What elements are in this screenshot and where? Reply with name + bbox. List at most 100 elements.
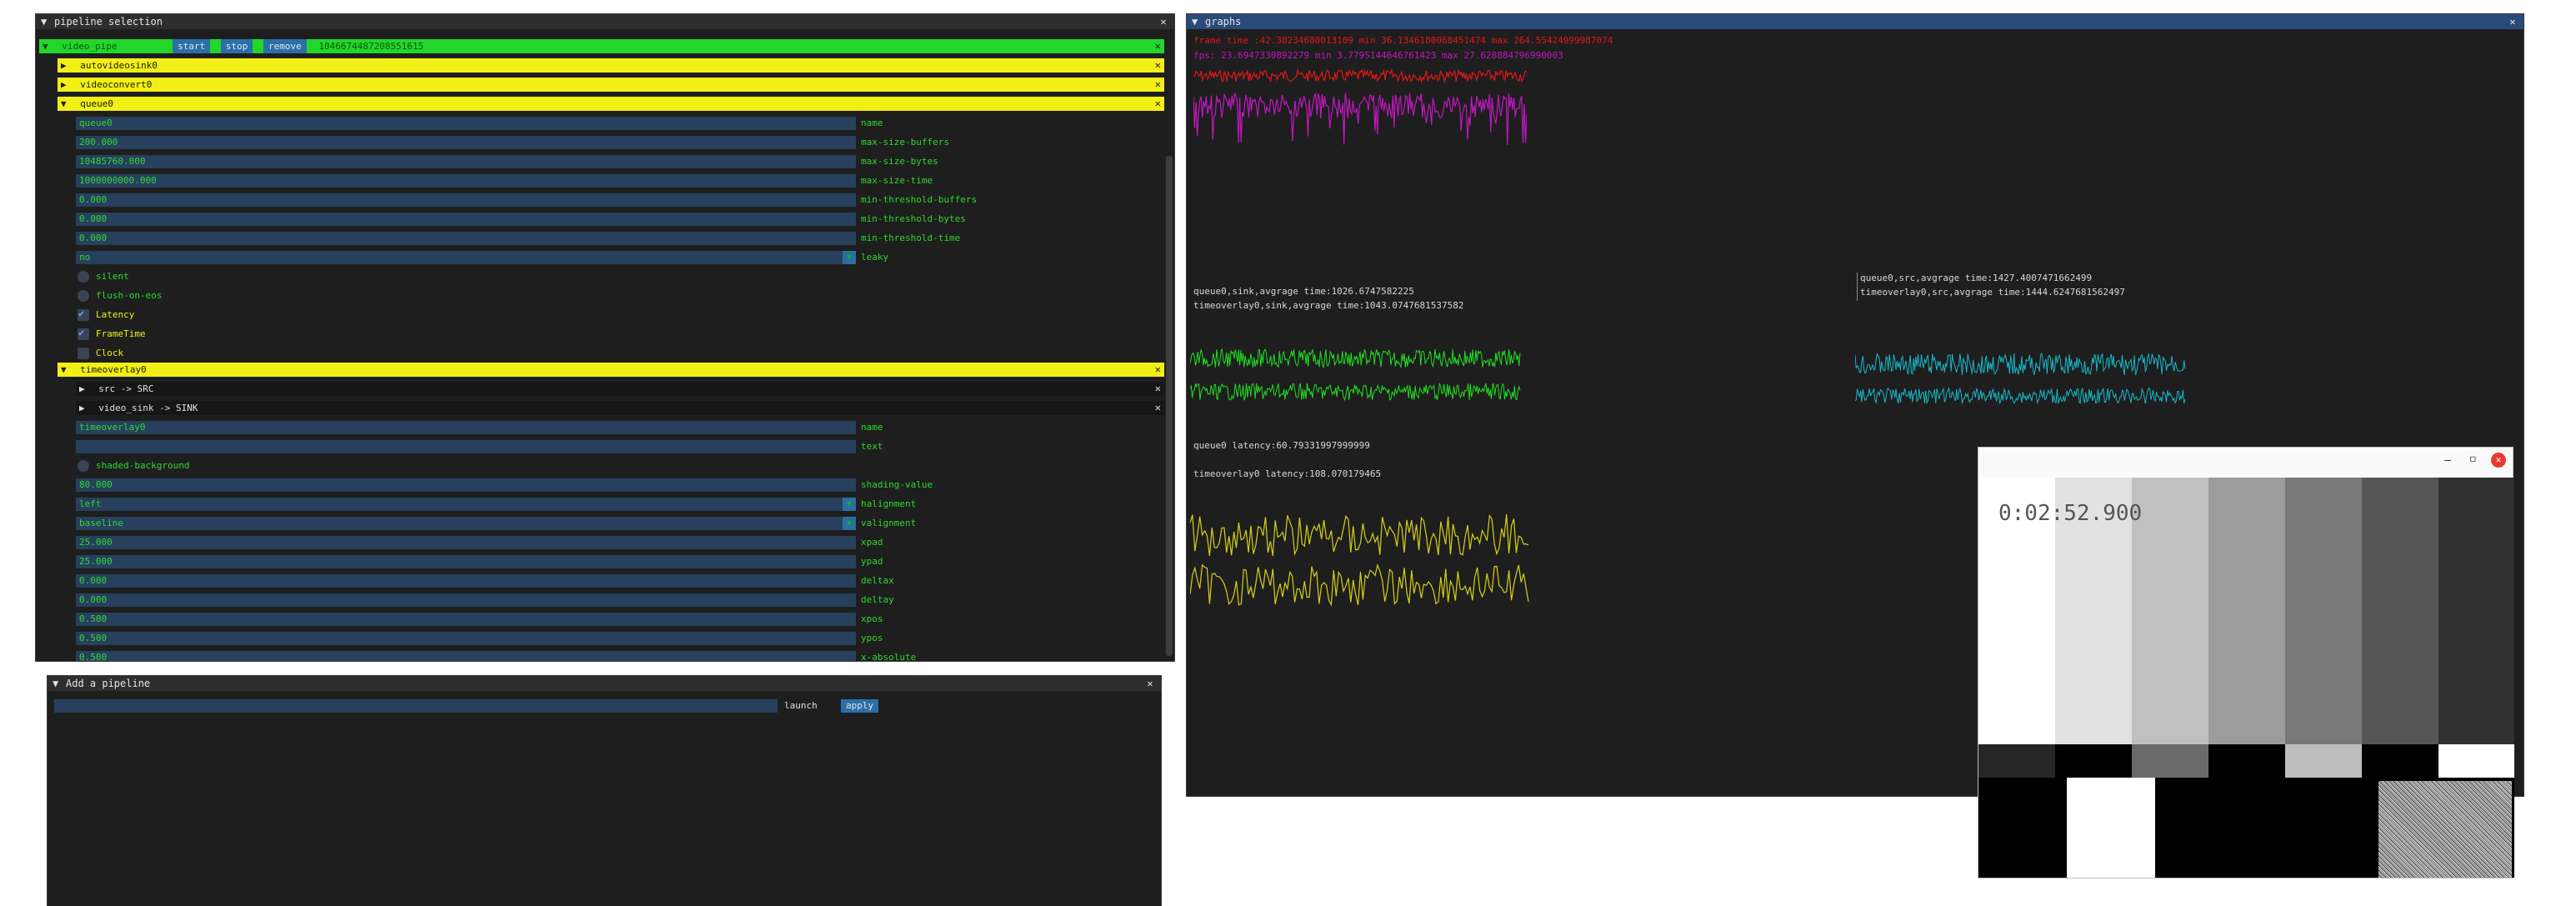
start-button[interactable]: start (173, 39, 211, 53)
pad-name: video_sink -> SINK (98, 403, 198, 413)
pad-header-sink[interactable]: ▶ video_sink -> SINK ✕ (76, 401, 1164, 415)
prop-label: valignment (861, 518, 917, 528)
noise-block (2378, 781, 2512, 878)
expand-triangle-icon[interactable]: ▶ (58, 60, 67, 71)
frametime-checkbox[interactable] (78, 327, 89, 340)
close-icon[interactable]: ✕ (2507, 14, 2518, 29)
element-name: queue0 (80, 98, 113, 109)
divider (1857, 273, 1858, 301)
silent-radio[interactable] (78, 271, 89, 283)
expand-triangle-icon[interactable]: ▶ (76, 383, 85, 394)
frame-time-line (1193, 68, 1527, 84)
apply-button[interactable]: apply (841, 699, 879, 713)
shaded-background-radio[interactable] (78, 460, 89, 472)
close-icon[interactable]: ✕ (1155, 363, 1161, 377)
prop-value-field[interactable]: 0.500 (76, 613, 856, 626)
collapse-triangle-icon[interactable]: ▼ (1192, 14, 1205, 29)
prop-value-field[interactable]: 0.000 (76, 574, 856, 588)
collapse-triangle-icon[interactable]: ▼ (39, 41, 48, 52)
expand-triangle-icon[interactable]: ▶ (58, 79, 67, 90)
prop-value-field[interactable]: queue0 (76, 117, 856, 130)
prop-value-field[interactable]: 0.500 (76, 632, 856, 645)
element-header-videoconvert[interactable]: ▶ videoconvert0 ✕ (58, 78, 1164, 92)
close-icon[interactable]: ✕ (1155, 97, 1161, 111)
graphs-title: graphs (1205, 16, 1242, 28)
prop-value-field[interactable]: 0.000 (76, 593, 856, 607)
test-bar (2208, 744, 2285, 778)
latency-checkbox[interactable] (78, 308, 89, 321)
video-timestamp: 0:02:52.900 (1998, 501, 2143, 526)
close-icon[interactable]: ✕ (1155, 78, 1161, 92)
test-bar (2438, 744, 2514, 778)
prop-value-field[interactable]: 200.000 (76, 136, 856, 149)
prop-value-field[interactable] (76, 440, 856, 453)
prop-label: max-size-buffers (861, 137, 949, 148)
sink-time-graph (1190, 348, 1521, 402)
check-label: FrameTime (96, 328, 146, 339)
dropdown-arrow-icon[interactable]: ▼ (843, 251, 856, 264)
close-icon[interactable]: ✕ (1155, 401, 1161, 415)
prop-label: xpad (861, 537, 883, 548)
queue-sink-line (1190, 348, 1521, 369)
remove-button[interactable]: remove (263, 39, 307, 53)
close-icon[interactable]: ✕ (1155, 58, 1161, 73)
prop-value-field[interactable]: 1000000000.000 (76, 174, 856, 188)
expand-triangle-icon[interactable]: ▶ (76, 403, 85, 413)
element-header-autovideosink[interactable]: ▶ autovideosink0 ✕ (58, 58, 1164, 73)
flush-on-eos-radio[interactable] (78, 290, 89, 302)
minimize-icon[interactable]: — (2444, 454, 2451, 467)
overlay-sink-stat: timeoverlay0,sink,avgrage time:1043.0747… (1193, 300, 1464, 311)
prop-value-field[interactable]: timeoverlay0 (76, 421, 856, 434)
prop-value-field[interactable]: 0.000 (76, 232, 856, 245)
element-name: videoconvert0 (80, 79, 153, 90)
close-icon[interactable]: ✕ (1158, 14, 1169, 29)
check-label: flush-on-eos (96, 290, 163, 301)
pipeline-window-titlebar[interactable]: ▼ pipeline selection ✕ (36, 14, 1174, 29)
video-window: — ◻ ✕ 0:02:52.900 (1978, 447, 2514, 878)
vertical-scrollbar[interactable] (1166, 156, 1173, 656)
test-bar (2055, 744, 2132, 778)
close-icon[interactable]: ✕ (2491, 453, 2506, 468)
close-icon[interactable]: ✕ (1155, 382, 1161, 396)
prop-label: min-threshold-time (861, 233, 961, 243)
dropdown-arrow-icon[interactable]: ▼ (843, 517, 856, 530)
maximize-icon[interactable]: ◻ (2470, 453, 2476, 464)
prop-value-field[interactable]: 25.000 (76, 555, 856, 568)
valignment-dropdown[interactable]: baseline (76, 517, 856, 530)
prop-value-field[interactable]: 0.500 (76, 651, 856, 661)
frame-fps-graph (1193, 68, 1527, 146)
prop-value-field[interactable]: 0.000 (76, 213, 856, 226)
collapse-triangle-icon[interactable]: ▼ (53, 676, 66, 691)
clock-checkbox[interactable] (78, 348, 89, 359)
pipeline-header[interactable]: ▼ video_pipe start stop remove 104667448… (39, 39, 1164, 53)
graphs-titlebar[interactable]: ▼ graphs ✕ (1187, 14, 2523, 29)
element-name: autovideosink0 (80, 60, 158, 71)
fps-line (1193, 92, 1527, 146)
stop-button[interactable]: stop (220, 39, 253, 53)
collapse-triangle-icon[interactable]: ▼ (58, 98, 67, 109)
close-icon[interactable]: ✕ (1155, 39, 1161, 53)
add-pipeline-titlebar[interactable]: ▼ Add a pipeline ✕ (48, 676, 1161, 691)
leaky-dropdown[interactable]: no (76, 251, 856, 264)
prop-label: ypad (861, 556, 883, 567)
test-block (2067, 778, 2155, 878)
halignment-dropdown[interactable]: left (76, 498, 856, 511)
pad-name: src -> SRC (98, 383, 154, 394)
prop-value-field[interactable]: 25.000 (76, 536, 856, 549)
element-header-queue[interactable]: ▼ queue0 ✕ (58, 97, 1164, 111)
prop-label: leaky (861, 252, 889, 263)
src-time-graph (1855, 352, 2186, 405)
pad-header-src[interactable]: ▶ src -> SRC ✕ (76, 382, 1164, 396)
element-header-timeoverlay[interactable]: ▼ timeoverlay0 ✕ (58, 363, 1164, 377)
prop-value-field[interactable]: 0.000 (76, 193, 856, 207)
prop-value-field[interactable]: 80.000 (76, 478, 856, 492)
pipeline-launch-input[interactable] (54, 699, 778, 713)
close-icon[interactable]: ✕ (1144, 676, 1156, 691)
pipeline-time: 1046674487208551615 (318, 41, 424, 52)
prop-label: deltay (861, 594, 894, 605)
collapse-triangle-icon[interactable]: ▼ (58, 364, 67, 375)
dropdown-arrow-icon[interactable]: ▼ (843, 498, 856, 511)
prop-value-field[interactable]: 10485760.000 (76, 155, 856, 168)
overlay-sink-line (1190, 382, 1521, 402)
collapse-triangle-icon[interactable]: ▼ (41, 14, 54, 29)
